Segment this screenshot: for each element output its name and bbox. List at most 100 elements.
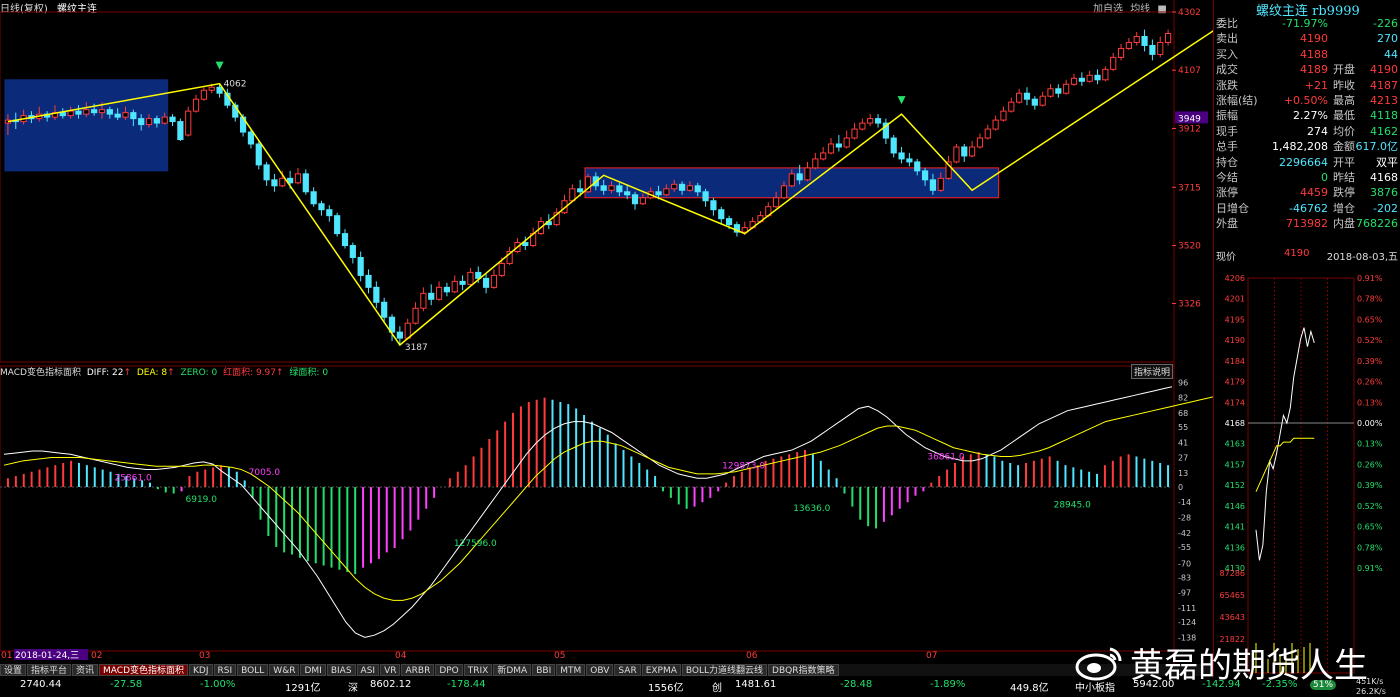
quote-row: 成交 4189 开盘 4190 [1216,62,1398,77]
intraday-volume-tick: 87286 [1220,569,1245,578]
candle-body [1039,95,1046,106]
indicator-tab[interactable]: MACD变色指标面积 [99,664,189,676]
candle-body [835,143,842,148]
candle-body [851,128,858,139]
candle-body [420,292,427,309]
intraday-volume-tick: 65465 [1220,591,1245,600]
date-label: 04 [395,651,407,661]
macd-tick: 82 [1178,394,1188,403]
indicator-tab[interactable]: EXPMA [641,664,681,676]
intraday-pct-tick: 0.91% [1357,274,1383,283]
indicator-tab[interactable]: ARBR [401,664,435,676]
intraday-pct-tick: 0.78% [1357,543,1383,552]
macd-tick: 41 [1178,438,1188,447]
indicator-tab[interactable]: BBI [532,664,556,676]
indicator-tab[interactable]: RSI [213,664,237,676]
indicator-tab[interactable]: 指标平台 [27,664,72,676]
candle-body [1055,88,1062,94]
indicator-tab[interactable]: ASI [356,664,380,676]
price-tick: 4107 [1178,66,1201,76]
candle-body [498,262,505,276]
quote-label: 总手 [1216,140,1238,154]
candle-body [569,188,576,202]
candle-body [490,274,498,288]
candle-body [1000,110,1007,121]
candle-body [412,307,419,324]
quote-row: 日增仓 -46762 增仓 -202 [1216,201,1398,216]
quote-label-2: 开盘 [1333,63,1355,77]
price-tick: 3715 [1178,183,1201,193]
macd-tick: -70 [1178,559,1191,568]
intraday-header: 现价 4190 2018-08-03,五 [1216,248,1398,263]
quote-label-2: 昨收 [1333,78,1355,92]
indicator-tab[interactable]: DMI [300,664,326,676]
indicator-tab[interactable]: BOLL [237,664,269,676]
main-chart[interactable]: 4062318742434302410739123715352033263949… [0,0,1213,664]
indicator-tab[interactable]: KDJ [189,664,213,676]
quote-label: 现手 [1216,124,1238,138]
candle-body [185,110,192,136]
area-label: 36861.0 [927,453,964,463]
status-item: 2740.44 [20,679,62,690]
red-area-value: 红面积: 9.97 [223,368,276,378]
indicator-tab[interactable]: BIAS [326,664,356,676]
indicator-tab[interactable]: TRIX [463,664,493,676]
quote-label: 今结 [1216,171,1238,184]
status-item: -28.48 [840,679,873,690]
indicator-tab[interactable]: SAR [614,664,641,676]
candle-body [153,118,160,124]
quote-row: 委比 -71.97% -226 [1216,16,1398,31]
indicator-tab[interactable]: DBQR指数策略 [768,664,839,676]
candle-body [1023,92,1031,100]
quote-label-2: 金额 [1333,140,1355,154]
candle-body [435,286,443,300]
candle-body [75,110,82,115]
intraday-price-tick: 4190 [1225,336,1245,345]
candle-body [263,164,270,181]
candle-body [1094,74,1101,81]
macd-tick: 0 [1178,483,1183,492]
indicator-tab[interactable]: DPO [435,664,463,676]
candle-body [1157,41,1164,55]
candle-body [726,218,733,226]
candle-body [294,173,302,184]
indicator-tab[interactable]: W&R [269,664,300,676]
status-item: -27.58 [110,679,143,690]
status-item: 创 [712,683,722,694]
indicator-tab[interactable]: MTM [556,664,586,676]
candle-body [976,137,984,148]
intraday-label: 现价 [1216,252,1236,263]
indicator-name[interactable]: MACD变色指标面积 [0,368,81,378]
intraday-pct-tick: 0.26% [1357,378,1383,387]
indicator-tab[interactable]: BOLL力道线翻云线 [681,664,768,676]
indicator-help-button[interactable]: 指标说明 [1131,364,1174,379]
intraday-pct-tick: 0.13% [1357,398,1383,407]
intraday-pct-tick: 0.39% [1357,357,1383,366]
intraday-price-tick: 4168 [1225,419,1245,428]
candle-body [827,143,835,154]
date-label: 01 [1,651,12,661]
indicator-tab[interactable]: 新DMA [493,664,532,676]
candle-body [671,183,678,190]
candle-body [1047,88,1054,97]
status-item: -1.89% [930,679,966,690]
candle-body [874,118,882,124]
indicator-tab[interactable]: VR [380,664,401,676]
quote-label: 涨幅(结) [1216,94,1258,107]
quote-row: 总手 1,482,208 金额 617.0亿 [1216,139,1398,154]
candle-body [780,185,788,199]
intraday-chart[interactable]: 4206 0.91% 4201 0.78% 4195 0.65% 4190 0.52% 4184… [1214,268,1400,677]
indicator-tab[interactable]: 设置 [0,664,27,676]
low-annotation: 3187 [405,343,428,353]
candle-body [992,119,999,130]
candle-body [1086,74,1093,82]
area-label: 6919.0 [186,495,218,505]
candle-body [1063,83,1070,94]
quote-label: 持仓 [1216,155,1238,169]
indicator-tab[interactable]: OBV [586,664,614,676]
candle-body [341,233,349,247]
indicator-tab[interactable]: 资讯 [72,664,99,676]
quote-row: 涨幅(结) +0.50% 最高 4213 [1216,93,1398,108]
candle-body [396,331,403,339]
candle-body [710,200,717,211]
